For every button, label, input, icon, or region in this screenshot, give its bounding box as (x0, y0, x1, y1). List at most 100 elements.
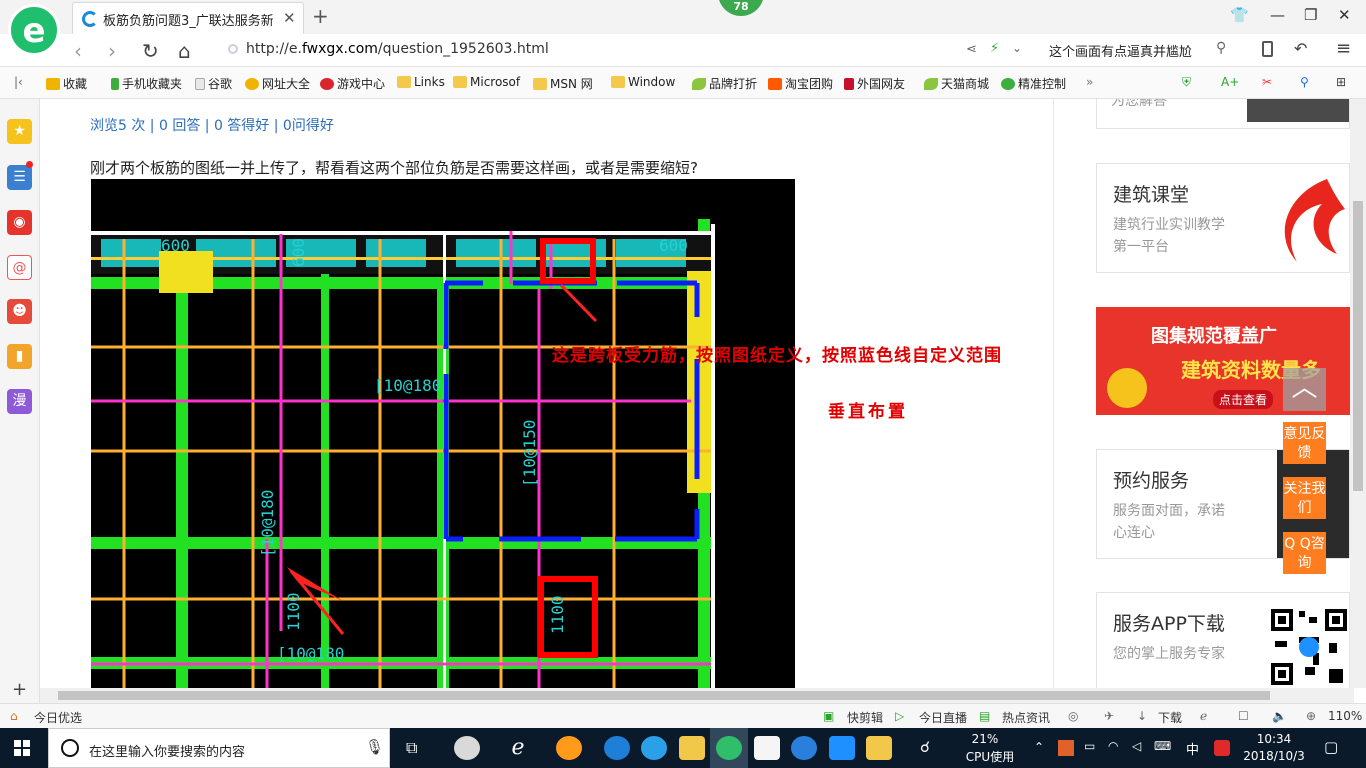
bookmark-item[interactable]: 收藏 (46, 75, 87, 92)
people-icon[interactable]: ☌ (920, 738, 930, 756)
notifications-icon[interactable]: ▢ (1324, 738, 1338, 756)
translate-icon[interactable]: A+ (1221, 75, 1239, 89)
battery-icon[interactable]: ▭ (1084, 739, 1095, 753)
sogou-ime-icon[interactable] (1214, 740, 1230, 756)
novel-book-icon[interactable]: ▮ (7, 344, 32, 369)
share-icon[interactable]: ⋖ (966, 42, 977, 57)
home-icon[interactable]: ⌂ (178, 39, 191, 63)
bookmark-item[interactable]: 淘宝团购 (768, 75, 833, 92)
notification-badge[interactable]: 78 (718, 0, 764, 16)
mobile-icon[interactable] (1262, 41, 1273, 57)
menu-icon[interactable]: ≡ (1336, 38, 1351, 59)
bookmark-item[interactable]: 网址大全 (245, 75, 310, 92)
banner-cta-button[interactable]: 点击查看 (1213, 390, 1274, 409)
bookmark-item[interactable]: 品牌打折 (692, 75, 757, 92)
quick-clip-link[interactable]: 快剪辑 (847, 709, 883, 726)
today-picks-link[interactable]: 今日优选 (34, 709, 82, 726)
tray-expand-icon[interactable]: ⌃ (1034, 740, 1044, 754)
ie-browser-icon[interactable]: ℯ (505, 736, 531, 760)
qq-consult-button[interactable]: Q Q咨询 (1283, 532, 1326, 574)
taskbar-search-box[interactable]: 在这里输入你要搜索的内容 🎙 (48, 728, 390, 768)
feedback-button[interactable]: 意见反馈 (1283, 422, 1326, 464)
weibo-icon[interactable]: ◉ (7, 210, 32, 235)
speed-mode-icon[interactable]: ⚡ (990, 41, 999, 56)
ime-indicator[interactable]: 中 (1186, 739, 1199, 758)
tray-app-icon[interactable] (1058, 740, 1074, 756)
bookmark-item[interactable]: 手机收藏夹 (111, 75, 182, 92)
bookmark-item[interactable]: 谷歌 (195, 75, 232, 92)
browser-logo-icon[interactable]: e (8, 4, 60, 56)
forward-icon[interactable]: › (108, 39, 116, 63)
download-link[interactable]: 下载 (1158, 709, 1182, 726)
pin-icon[interactable]: ✈ (1104, 709, 1114, 723)
zoom-icon[interactable]: ⊕ (1306, 709, 1316, 723)
ie-mode-icon[interactable]: ℯ (1200, 709, 1207, 723)
partial-card[interactable]: 为您解答 (1096, 99, 1350, 129)
url-input[interactable]: http://e.fwxgx.com/question_1952603.html (246, 41, 549, 57)
new-tab-icon[interactable]: + (312, 4, 329, 28)
window-icon[interactable]: ☐ (1238, 709, 1249, 723)
bookmark-item[interactable]: 外国网友 (844, 75, 905, 92)
follow-us-button[interactable]: 关注我们 (1283, 477, 1326, 519)
close-window-icon[interactable]: ✕ (1338, 6, 1351, 24)
volume-tray-icon[interactable]: ◁ (1132, 739, 1141, 753)
bookmark-item[interactable]: 游戏中心 (320, 75, 385, 92)
glodon-app-icon[interactable] (791, 736, 817, 760)
skin-icon[interactable]: 👕 (1230, 6, 1249, 24)
restore-icon[interactable]: ❐ (1304, 6, 1317, 24)
shield-icon[interactable]: ⛨ (1182, 75, 1191, 90)
keyboard-icon[interactable]: ⌨ (1154, 739, 1171, 753)
clock-time[interactable]: 10:34 (1244, 732, 1304, 746)
undo-icon[interactable]: ↶ (1294, 39, 1307, 58)
task-view-icon[interactable]: ⧉ (406, 738, 417, 758)
zoom-level[interactable]: 110% (1328, 709, 1362, 723)
apps-grid-icon[interactable]: ⊞ (1336, 75, 1346, 89)
search-icon[interactable]: ⚲ (1216, 40, 1226, 56)
horizontal-scroll-thumb[interactable] (58, 691, 1270, 700)
today-live-link[interactable]: 今日直播 (919, 709, 967, 726)
plus-app-icon[interactable] (829, 736, 855, 760)
bookmark-item[interactable]: 天猫商城 (924, 75, 989, 92)
horizontal-scrollbar[interactable] (40, 688, 1354, 703)
volume-icon[interactable]: 🔈 (1272, 709, 1287, 723)
ie-icon[interactable] (641, 736, 667, 760)
recorder-icon[interactable] (556, 736, 582, 760)
bookmark-item[interactable]: MSN 网 (533, 75, 593, 92)
microphone-icon[interactable]: 🎙 (365, 738, 384, 756)
mail-app-icon[interactable] (754, 736, 780, 760)
minimize-icon[interactable]: — (1270, 6, 1285, 24)
bookmark-item[interactable]: 精准控制 (1001, 75, 1066, 92)
notes-app-icon[interactable] (866, 736, 892, 760)
refresh-icon[interactable]: ↻ (142, 39, 159, 63)
news-feed-icon[interactable]: ☰ (7, 165, 32, 190)
mail-icon[interactable]: @ (7, 255, 32, 280)
back-to-top-button[interactable]: ︿ (1283, 368, 1326, 411)
back-icon[interactable]: ‹ (74, 39, 82, 63)
vertical-scrollbar[interactable] (1350, 99, 1366, 688)
news-ticker[interactable]: 这个画面有点逼真并尴尬 (1049, 41, 1192, 60)
clock-date[interactable]: 2018/10/3 (1238, 749, 1310, 763)
game-controller-icon[interactable]: ☻ (7, 299, 32, 324)
more-bookmarks-icon[interactable]: » (1086, 75, 1093, 89)
wifi-icon[interactable]: ◠ (1108, 739, 1118, 753)
scissors-icon[interactable]: ✂ (1262, 75, 1272, 89)
card-building-class[interactable]: 建筑课堂 建筑行业实训教学第一平台 (1096, 163, 1350, 273)
tab-close-icon[interactable]: ✕ (283, 9, 296, 27)
chevron-down-icon[interactable]: ⌄ (1012, 41, 1022, 55)
windows-start-icon[interactable] (14, 740, 31, 756)
sidebar-toggle-icon[interactable]: |‹ (14, 75, 23, 89)
comic-icon[interactable]: 漫 (7, 389, 32, 414)
fan-app-icon[interactable] (454, 736, 480, 760)
network-icon[interactable]: ◎ (1068, 709, 1078, 723)
bookmark-item[interactable]: Links (397, 75, 445, 89)
site-info-icon[interactable] (228, 44, 238, 54)
hot-news-link[interactable]: 热点资讯 (1002, 709, 1050, 726)
se-browser-icon[interactable] (716, 736, 742, 760)
tab-active[interactable]: 板筋负筋问题3_广联达服务新干线 ✕ (72, 2, 304, 34)
bookmark-item[interactable]: Microsof (453, 75, 520, 89)
question-stats[interactable]: 浏览5 次 | 0 回答 | 0 答得好 | 0问得好 (90, 115, 334, 135)
magnifier-icon[interactable]: ⚲ (1300, 75, 1309, 89)
vertical-scroll-thumb[interactable] (1353, 201, 1363, 491)
edge-icon[interactable] (604, 736, 630, 760)
bookmark-item[interactable]: Window (611, 75, 675, 89)
